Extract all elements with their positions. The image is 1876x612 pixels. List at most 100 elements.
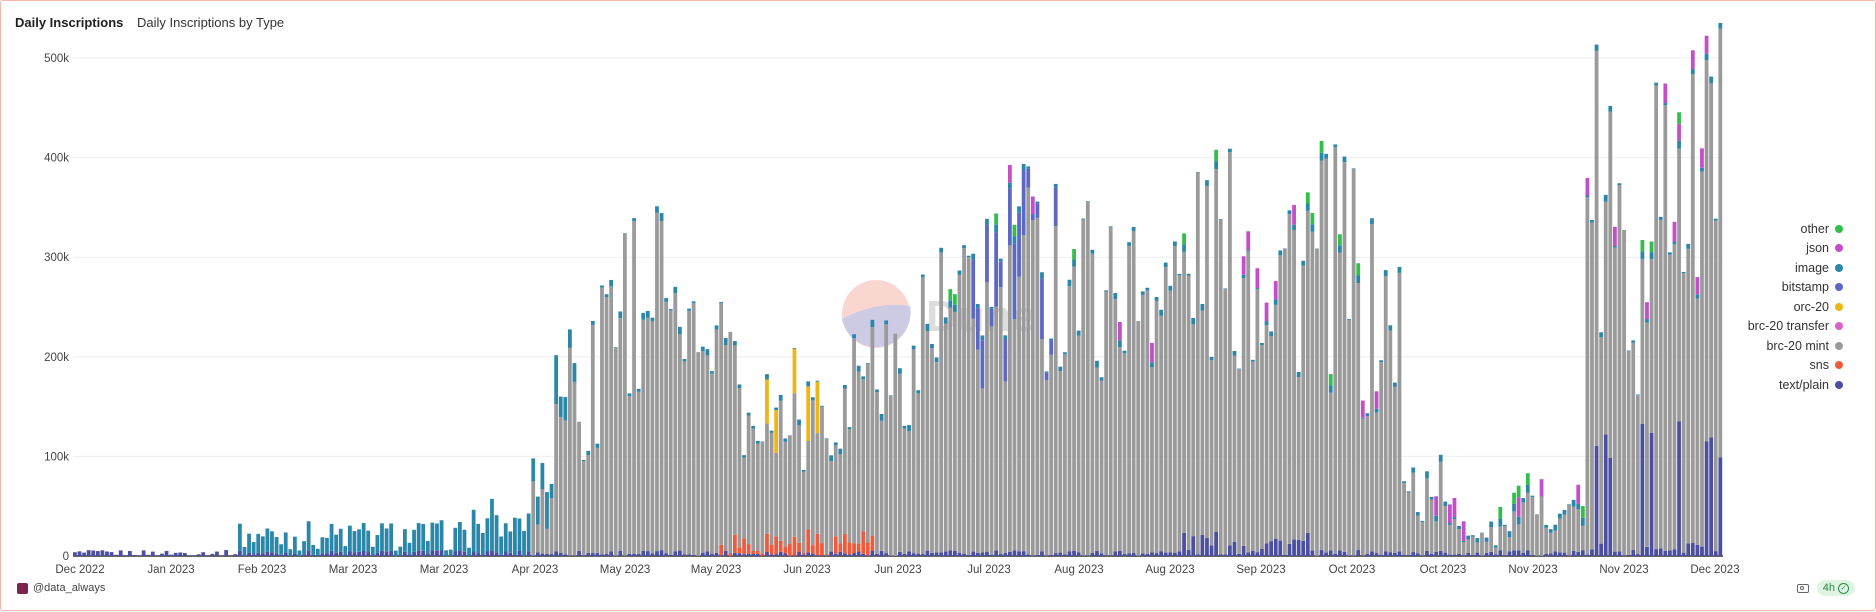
bar-segment — [866, 555, 870, 556]
bar-segment — [1178, 551, 1182, 556]
legend-item[interactable]: orc-20 — [1748, 297, 1843, 317]
bar-segment — [788, 435, 792, 543]
bar-segment — [1641, 251, 1645, 259]
bar-segment — [1182, 533, 1186, 556]
bar-segment — [1329, 385, 1333, 392]
bar-segment — [472, 510, 476, 552]
bar-segment — [774, 554, 778, 556]
bar-segment — [724, 345, 728, 550]
bar-segment — [467, 548, 471, 556]
bar-segment — [1113, 293, 1117, 299]
bar-segment — [816, 381, 820, 382]
bar-segment — [687, 554, 691, 556]
bar-segment — [1242, 256, 1246, 274]
bar-segment — [1466, 540, 1470, 553]
bar-segment — [1031, 215, 1035, 221]
bar-segment — [1677, 124, 1681, 141]
bar-segment — [1036, 203, 1040, 218]
legend-item[interactable]: bitstamp — [1748, 278, 1843, 298]
bar-segment — [1361, 419, 1365, 556]
bar-segment — [866, 363, 870, 364]
bar-segment — [417, 551, 421, 556]
x-tick-label: Jun 2023 — [874, 564, 921, 576]
bar-segment — [655, 551, 659, 556]
bar-segment — [146, 555, 150, 556]
bar-segment — [1091, 250, 1095, 254]
legend-item[interactable]: sns — [1748, 356, 1843, 376]
bar-segment — [806, 552, 810, 556]
bar-segment — [605, 297, 609, 553]
bar-segment — [160, 554, 164, 556]
bar-segment — [586, 455, 590, 553]
bar-segment — [1196, 554, 1200, 556]
bar-segment — [1283, 249, 1287, 555]
bar-segment — [1457, 554, 1461, 556]
bar-segment — [893, 334, 897, 556]
author-link[interactable]: @data_always — [33, 582, 105, 594]
bar-segment — [1228, 152, 1232, 545]
bar-segment — [1141, 291, 1145, 294]
bar-segment — [1608, 458, 1612, 556]
bar-segment — [1109, 227, 1113, 555]
legend-item[interactable]: json — [1748, 239, 1843, 259]
legend-item[interactable]: other — [1748, 219, 1843, 239]
bar-segment — [559, 417, 563, 553]
legend-item[interactable]: brc-20 transfer — [1748, 317, 1843, 337]
bar-segment — [1407, 493, 1411, 555]
bar-segment — [151, 552, 155, 556]
bar-segment — [417, 523, 421, 551]
bar-segment — [683, 359, 687, 361]
bar-segment — [1411, 552, 1415, 556]
bar-segment — [747, 413, 751, 416]
legend-swatch — [1835, 342, 1843, 350]
bar-segment — [1045, 371, 1049, 372]
legend-item[interactable]: text/plain — [1748, 375, 1843, 395]
camera-icon[interactable] — [1797, 584, 1809, 593]
bar-segment — [806, 386, 810, 441]
legend-swatch — [1835, 244, 1843, 252]
bar-segment — [797, 552, 801, 556]
bar-segment — [1448, 504, 1452, 523]
bar-segment — [875, 554, 879, 556]
bar-segment — [1136, 321, 1140, 556]
bar-segment — [880, 414, 884, 421]
bar-segment — [1471, 555, 1475, 556]
bar-segment — [1366, 416, 1370, 554]
bar-segment — [797, 420, 801, 426]
bar-segment — [339, 529, 343, 552]
bar-segment — [793, 348, 797, 349]
bar-segment — [321, 537, 325, 553]
refresh-badge[interactable]: 4h ✓ — [1817, 580, 1855, 596]
bar-segment — [1375, 391, 1379, 408]
bar-segment — [596, 553, 600, 556]
bar-segment — [1526, 493, 1530, 550]
bar-segment — [1512, 511, 1516, 550]
bar-segment — [270, 531, 274, 552]
bar-segment — [1173, 246, 1177, 553]
bar-segment — [1663, 551, 1667, 556]
bar-segment — [1498, 507, 1502, 519]
bar-segment — [1402, 483, 1406, 555]
bar-segment — [1150, 343, 1154, 362]
bar-segment — [1379, 555, 1383, 556]
bar-segment — [1173, 241, 1177, 245]
bar-segment — [1049, 355, 1053, 555]
bar-segment — [554, 404, 558, 552]
bar-segment — [1297, 372, 1301, 377]
bar-segment — [907, 425, 911, 431]
bar-segment — [1531, 555, 1535, 556]
bar-segment — [971, 318, 975, 551]
bar-segment — [898, 368, 902, 374]
bar-segment — [1141, 553, 1145, 556]
bar-segment — [1301, 541, 1305, 556]
bar-segment — [724, 551, 728, 556]
bar-segment — [1416, 515, 1420, 553]
bar-segment — [783, 442, 787, 547]
bar-segment — [820, 555, 824, 556]
legend-item[interactable]: image — [1748, 258, 1843, 278]
bar-segment — [1058, 371, 1062, 552]
x-tick-label: Jun 2023 — [783, 564, 830, 576]
bar-segment — [1352, 555, 1356, 556]
bar-segment — [1663, 103, 1667, 105]
legend-item[interactable]: brc-20 mint — [1748, 336, 1843, 356]
